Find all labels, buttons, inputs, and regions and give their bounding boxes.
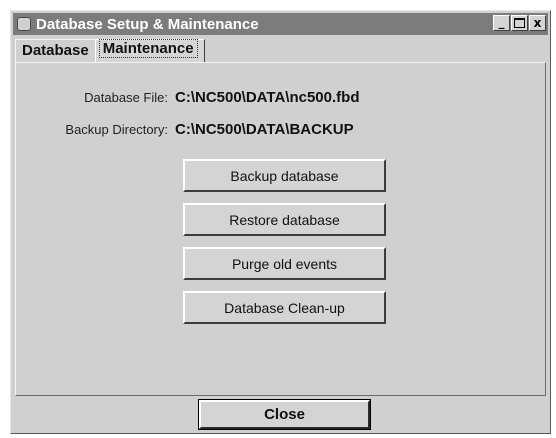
title-bar-buttons: _ x — [492, 15, 546, 31]
app-icon — [17, 17, 31, 31]
database-file-value: C:\NC500\DATA\nc500.fbd — [175, 88, 360, 106]
close-window-button[interactable]: x — [529, 15, 546, 31]
minimize-button[interactable]: _ — [493, 15, 510, 31]
backup-directory-value: C:\NC500\DATA\BACKUP — [175, 120, 354, 138]
purge-old-events-button[interactable]: Purge old events — [183, 247, 386, 280]
tab-database-label: Database — [22, 42, 89, 59]
database-file-row: Database File: C:\NC500\DATA\nc500.fbd — [16, 87, 359, 107]
window-title: Database Setup & Maintenance — [36, 15, 259, 33]
footer-bar: Close — [13, 399, 548, 431]
title-bar[interactable]: Database Setup & Maintenance _ x — [13, 13, 548, 35]
close-button[interactable]: Close — [198, 399, 371, 430]
close-icon: x — [533, 16, 542, 30]
backup-directory-label: Backup Directory: — [65, 121, 168, 137]
tab-maintenance[interactable]: Maintenance — [94, 39, 205, 62]
maintenance-panel: Database File: C:\NC500\DATA\nc500.fbd B… — [15, 62, 546, 396]
backup-database-button[interactable]: Backup database — [183, 159, 386, 192]
maximize-button[interactable] — [511, 15, 528, 31]
maximize-icon — [514, 18, 525, 28]
minimize-icon: _ — [498, 15, 505, 29]
tab-database[interactable]: Database — [15, 39, 96, 62]
tab-maintenance-label: Maintenance — [98, 39, 198, 58]
tab-strip: Database Maintenance — [15, 38, 205, 62]
restore-database-button[interactable]: Restore database — [183, 203, 386, 236]
database-file-label: Database File: — [84, 89, 168, 105]
backup-directory-row: Backup Directory: C:\NC500\DATA\BACKUP — [16, 119, 354, 139]
database-cleanup-button[interactable]: Database Clean-up — [183, 291, 386, 324]
dialog-window: Database Setup & Maintenance _ x Databas… — [10, 10, 551, 434]
